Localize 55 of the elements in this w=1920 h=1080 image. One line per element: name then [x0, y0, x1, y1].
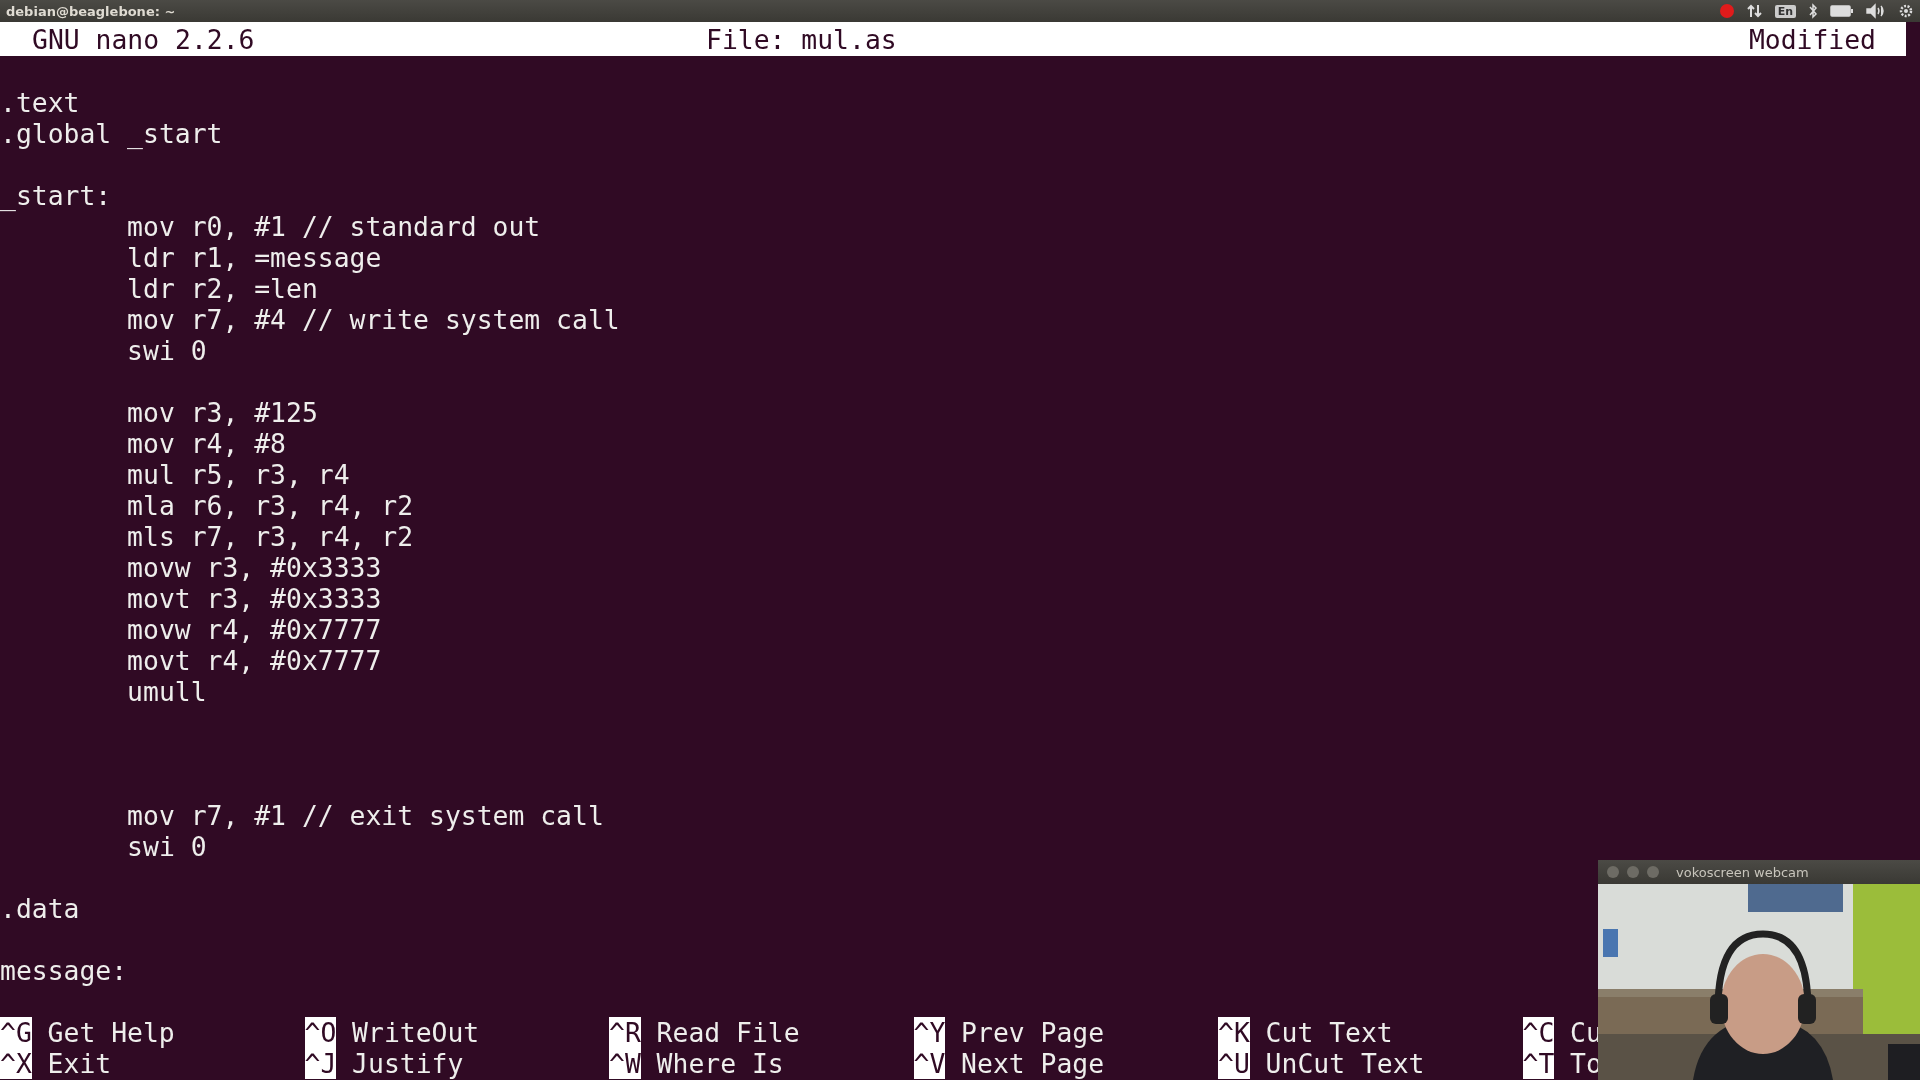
code-line: .text: [0, 87, 80, 118]
webcam-title: vokoscreen webcam: [1676, 864, 1809, 880]
code-line: swi 0: [126, 831, 207, 862]
shortcut-label: UnCut Text: [1265, 1048, 1425, 1079]
shortcut-key: ^G: [0, 1017, 32, 1048]
shortcut-key: ^R: [609, 1017, 641, 1048]
nano-version: GNU nano 2.2.6: [32, 23, 255, 55]
code-line: mla r6, r3, r4, r2: [126, 490, 414, 521]
battery-icon[interactable]: [1830, 4, 1854, 18]
code-line: mls r7, r3, r4, r2: [126, 521, 414, 552]
file-name: File: mul.as: [706, 23, 897, 55]
code-line: mov r4, #8: [126, 428, 286, 459]
shortcut-label: Get Help: [47, 1017, 175, 1048]
network-icon[interactable]: [1746, 3, 1763, 19]
shortcut-key: ^X: [0, 1048, 32, 1079]
volume-icon[interactable]: [1866, 3, 1886, 19]
shortcut-key: ^O: [304, 1017, 337, 1048]
shortcut-key: ^W: [609, 1048, 641, 1079]
shortcut-key: ^V: [913, 1048, 946, 1079]
shortcut-label: Cut Text: [1265, 1017, 1393, 1048]
shortcut-label: Where Is: [656, 1048, 784, 1079]
shortcut-label: Read File: [656, 1017, 800, 1048]
code-line: message:: [0, 955, 128, 986]
keyboard-layout-indicator[interactable]: En: [1774, 4, 1796, 18]
code-line: movt r3, #0x3333: [126, 583, 382, 614]
shortcut-key: ^U: [1218, 1048, 1250, 1079]
shortcut-label: Next Page: [961, 1048, 1105, 1079]
shortcut-label: Prev Page: [961, 1017, 1105, 1048]
shortcut-key: ^T: [1522, 1048, 1555, 1079]
shortcut-key: ^K: [1218, 1017, 1250, 1048]
code-line: movw r4, #0x7777: [126, 614, 382, 645]
bluetooth-icon[interactable]: [1808, 3, 1818, 19]
shortcut-label: Justify: [352, 1048, 464, 1079]
code-line: ldr r2, =len: [126, 273, 318, 304]
gear-icon[interactable]: [1898, 3, 1914, 19]
code-line: _start:: [0, 180, 112, 211]
code-line: ldr r1, =message: [126, 242, 382, 273]
code-line: movw r3, #0x3333: [126, 552, 382, 583]
shortcut-label: Exit: [47, 1048, 112, 1079]
code-line: mov r7, #4 // write system call: [126, 304, 620, 335]
code-line: mov r0, #1 // standard out: [126, 211, 541, 242]
code-line: .data: [0, 893, 80, 924]
code-line: .global _start: [0, 118, 223, 149]
shortcut-label: WriteOut: [352, 1017, 480, 1048]
code-line: mul r5, r3, r4: [126, 459, 350, 490]
shortcut-key: ^Y: [913, 1017, 946, 1048]
shortcut-key: ^J: [304, 1048, 337, 1079]
code-line: movt r4, #0x7777: [126, 645, 382, 676]
code-line: mov r7, #1 // exit system call: [126, 800, 604, 831]
code-line: umull: [126, 676, 207, 707]
modified-status: Modified: [1748, 23, 1876, 55]
window-title: debian@beaglebone: ~: [6, 3, 176, 19]
code-line: mov r3, #125: [126, 397, 318, 428]
code-line: swi 0: [126, 335, 207, 366]
shortcut-key: ^C: [1522, 1017, 1555, 1048]
